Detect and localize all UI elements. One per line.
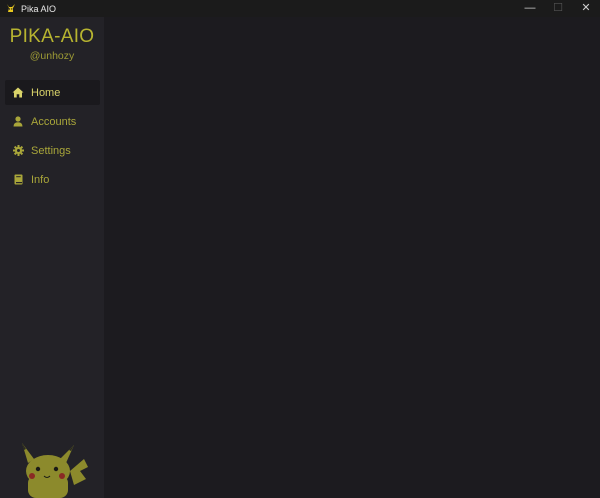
sidebar-item-label: Settings <box>31 144 71 157</box>
brand-title: PIKA-AIO <box>9 26 95 47</box>
close-icon: ✕ <box>581 2 591 14</box>
minimize-icon: — <box>524 2 536 14</box>
sidebar-item-label: Info <box>31 173 50 186</box>
sidebar-item-settings[interactable]: Settings <box>5 138 100 163</box>
sidebar-item-home[interactable]: Home <box>5 80 100 105</box>
close-button[interactable]: ✕ <box>572 0 600 17</box>
pikachu-app-icon <box>4 3 16 15</box>
sidebar-item-accounts[interactable]: Accounts <box>5 109 100 134</box>
minimize-button[interactable]: — <box>516 0 544 17</box>
author-handle: @unhozy <box>29 50 75 62</box>
window-title: Pika AIO <box>21 3 57 14</box>
sidebar: PIKA-AIO @unhozy Home Accounts Settings … <box>0 17 104 498</box>
main-content-area <box>104 17 600 498</box>
pikachu-mascot <box>22 443 88 498</box>
title-bar[interactable]: Pika AIO — ☐ ✕ <box>0 0 600 17</box>
sidebar-item-info[interactable]: Info <box>5 167 100 192</box>
maximize-icon: ☐ <box>553 2 563 14</box>
app-window: Pika AIO — ☐ ✕ PIKA-AIO @unhozy Home Acc… <box>0 0 600 498</box>
user-icon <box>12 116 24 128</box>
maximize-button[interactable]: ☐ <box>544 0 572 17</box>
gear-icon <box>12 145 24 157</box>
home-icon <box>12 87 24 99</box>
book-icon <box>12 174 24 186</box>
sidebar-item-label: Home <box>31 86 61 99</box>
sidebar-item-label: Accounts <box>31 115 77 128</box>
window-controls: — ☐ ✕ <box>516 0 600 17</box>
